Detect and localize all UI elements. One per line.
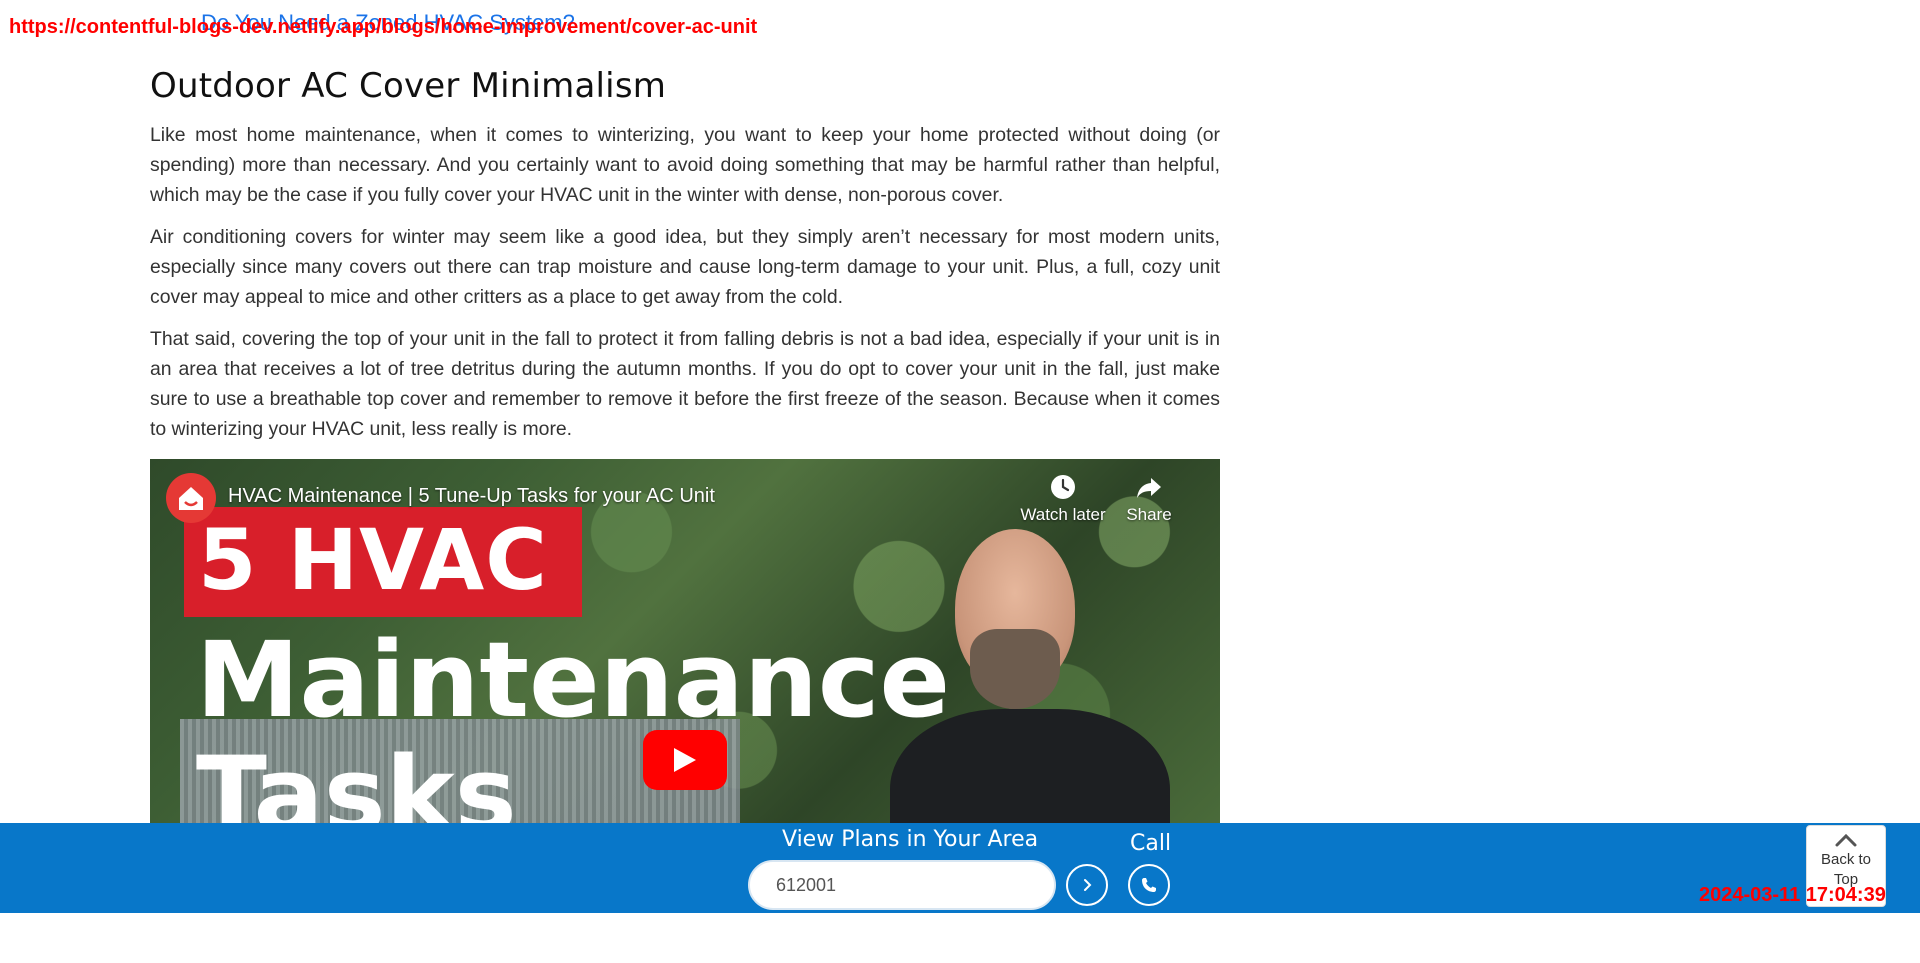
- phone-icon: [1142, 878, 1156, 892]
- chevron-right-icon: [1084, 879, 1092, 891]
- share-icon: [1137, 478, 1161, 498]
- article-paragraph: Air conditioning covers for winter may s…: [150, 226, 1220, 308]
- play-icon: [674, 748, 696, 772]
- back-to-top-label: Back to Top: [1820, 851, 1872, 888]
- embedded-video[interactable]: 5 HVAC Maintenance Tasks HVAC Maintenanc…: [150, 459, 1220, 823]
- view-plans-bar: View Plans in Your Area Call Back to Top: [0, 823, 1920, 913]
- call-button[interactable]: [1128, 864, 1170, 906]
- thumbnail-title-line: Tasks: [196, 734, 517, 823]
- submit-zip-button[interactable]: [1066, 864, 1108, 906]
- watch-later-button[interactable]: Watch later: [1018, 473, 1108, 525]
- watch-later-label: Watch later: [1020, 505, 1106, 524]
- article-paragraph: Like most home maintenance, when it come…: [150, 124, 1220, 206]
- video-title[interactable]: HVAC Maintenance | 5 Tune-Up Tasks for y…: [228, 485, 715, 508]
- article-section: Outdoor AC Cover Minimalism Like most ho…: [150, 66, 1220, 456]
- thumbnail-title-line: Maintenance: [196, 619, 951, 741]
- timestamp-overlay: 2024-03-11 17:04:39: [1699, 884, 1886, 906]
- article-paragraph: That said, covering the top of your unit…: [150, 328, 1220, 440]
- thumbnail-title-line: 5 HVAC: [198, 511, 548, 609]
- url-overlay: https://contentful-blogs-dev.netlify.app…: [9, 16, 758, 38]
- share-button[interactable]: Share: [1104, 473, 1194, 525]
- play-button[interactable]: [643, 730, 727, 790]
- channel-logo-icon[interactable]: [166, 473, 216, 523]
- call-label: Call: [1130, 831, 1172, 856]
- section-heading: Outdoor AC Cover Minimalism: [150, 66, 667, 106]
- clock-icon: [1051, 475, 1075, 499]
- view-plans-title: View Plans in Your Area: [782, 827, 1039, 852]
- share-label: Share: [1126, 505, 1172, 524]
- chevron-up-icon: [1835, 833, 1857, 847]
- zip-code-input[interactable]: [748, 860, 1056, 910]
